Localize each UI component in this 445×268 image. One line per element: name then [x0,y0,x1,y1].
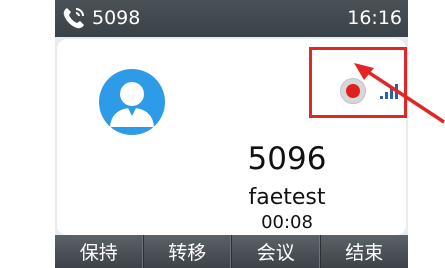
hold-button[interactable]: 保持 [55,235,144,268]
end-call-button[interactable]: 结束 [321,235,409,268]
caller-name: faetest [248,185,326,210]
clock: 16:16 [347,7,402,29]
call-duration: 00:08 [261,212,313,233]
conference-button[interactable]: 会议 [232,235,321,268]
extension-number: 5098 [92,7,141,29]
phone-screen: 5098 16:16 5096 faetest 00:08 保持 转移 会议 结… [55,0,408,268]
annotation-arrow-icon [354,63,445,124]
transfer-button[interactable]: 转移 [144,235,232,268]
status-bar: 5098 16:16 [55,0,408,37]
caller-number: 5096 [247,141,327,177]
softkey-bar: 保持 转移 会议 结束 [55,235,408,268]
phone-handset-icon [63,8,84,29]
contact-avatar-icon [99,69,165,135]
